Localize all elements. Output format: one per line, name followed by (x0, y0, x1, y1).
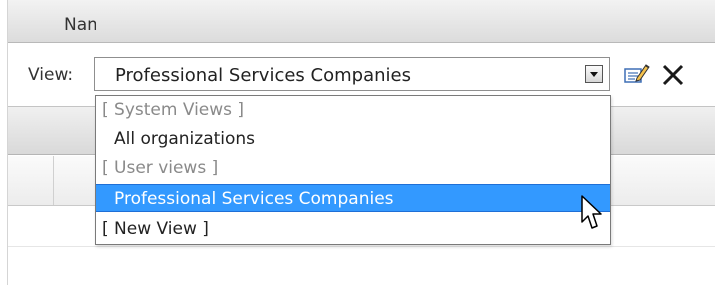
view-select[interactable]: Professional Services Companies (94, 57, 610, 91)
top-bar (8, 0, 715, 43)
grid-row-divider (8, 246, 715, 247)
delete-view-icon[interactable] (660, 62, 686, 88)
mouse-pointer-icon (581, 195, 602, 229)
option-professional-services-companies[interactable]: Professional Services Companies (96, 184, 610, 212)
grid-header-divider (53, 156, 54, 205)
view-label: View: (28, 65, 74, 85)
option-all-organizations[interactable]: All organizations (96, 125, 610, 153)
edit-view-icon[interactable] (624, 63, 650, 85)
view-dropdown-list: [ System Views ] All organizations [ Use… (95, 95, 611, 245)
view-select-value: Professional Services Companies (115, 65, 411, 86)
chevron-down-icon[interactable] (585, 65, 603, 83)
group-header-system-views: [ System Views ] (102, 100, 245, 120)
column-header-name[interactable]: Name (64, 15, 96, 35)
group-header-user-views: [ User views ] (102, 158, 219, 178)
option-new-view[interactable]: [ New View ] (96, 215, 610, 243)
